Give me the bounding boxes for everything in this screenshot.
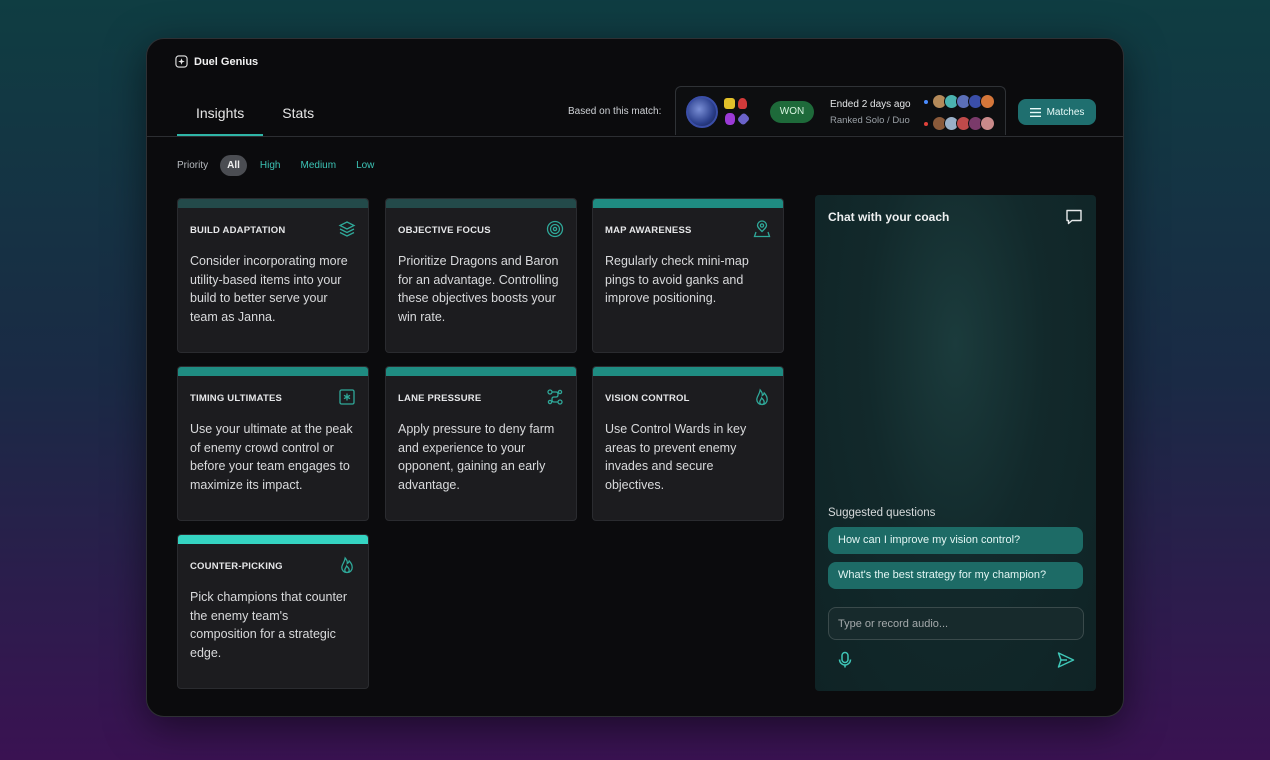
champion-icon: [980, 94, 995, 109]
champion-icon: [980, 116, 995, 131]
team-dot: [924, 99, 928, 104]
priority-bar: [386, 367, 576, 376]
match-queue: Ranked Solo / Duo: [830, 115, 910, 126]
chat-bubble-icon[interactable]: [1064, 207, 1084, 227]
sparkle-logo-icon: [175, 55, 188, 68]
card-body: Consider incorporating more utility-base…: [190, 254, 348, 325]
brand: Duel Genius: [175, 55, 258, 68]
rune-icon: [738, 98, 747, 109]
priority-bar: [593, 367, 783, 376]
based-on-label: Based on this match:: [568, 106, 662, 117]
priority-bar: [178, 535, 368, 544]
card-body: Use your ultimate at the peak of enemy c…: [190, 422, 353, 493]
card-title: VISION CONTROL: [605, 393, 690, 404]
tab-stats[interactable]: Stats: [263, 95, 333, 136]
card-title: LANE PRESSURE: [398, 393, 482, 404]
team-dot: [924, 121, 928, 126]
insight-card[interactable]: BUILD ADAPTATION Consider incorporating …: [177, 198, 369, 353]
priority-filter: Priority All High Medium Low: [177, 155, 387, 176]
insight-card[interactable]: OBJECTIVE FOCUS Prioritize Dragons and B…: [385, 198, 577, 353]
priority-all[interactable]: All: [220, 155, 247, 176]
result-badge: WON: [770, 101, 814, 123]
header-divider: [147, 136, 1123, 137]
suggested-question[interactable]: How can I improve my vision control?: [828, 527, 1083, 554]
enemy-team: [924, 116, 995, 131]
card-title: BUILD ADAPTATION: [190, 225, 286, 236]
card-title: TIMING ULTIMATES: [190, 393, 283, 404]
priority-bar: [386, 199, 576, 208]
matches-button[interactable]: Matches: [1018, 99, 1096, 125]
layers-icon: [338, 221, 356, 237]
insight-card[interactable]: LANE PRESSURE Apply pressure to deny far…: [385, 366, 577, 521]
rune-icon: [724, 98, 735, 109]
priority-label: Priority: [177, 160, 209, 171]
champion-avatar: [686, 96, 718, 128]
send-icon[interactable]: [1056, 650, 1076, 670]
route-icon: [547, 389, 563, 405]
card-title: MAP AWARENESS: [605, 225, 692, 236]
app-window: Duel Genius Insights Stats Based on this…: [146, 38, 1124, 717]
match-ended: Ended 2 days ago: [830, 99, 911, 110]
flame-icon: [756, 388, 768, 406]
priority-bar: [178, 199, 368, 208]
menu-icon: [1029, 107, 1041, 117]
rune-icon: [736, 112, 751, 126]
card-body: Apply pressure to deny farm and experien…: [398, 422, 555, 493]
card-title: COUNTER-PICKING: [190, 561, 283, 572]
microphone-icon[interactable]: [836, 651, 854, 669]
suggested-questions-label: Suggested questions: [828, 507, 936, 519]
main-tabs: Insights Stats: [177, 95, 333, 136]
insight-card[interactable]: MAP AWARENESS Regularly check mini-map p…: [592, 198, 784, 353]
tab-insights[interactable]: Insights: [177, 95, 264, 136]
target-icon: [546, 220, 564, 238]
card-body: Prioritize Dragons and Baron for an adva…: [398, 254, 559, 325]
app-name: Duel Genius: [194, 55, 259, 68]
asterisk-square-icon: [339, 389, 355, 405]
priority-high[interactable]: High: [253, 155, 288, 176]
runes-group: [724, 96, 754, 128]
priority-medium[interactable]: Medium: [293, 155, 343, 176]
card-body: Use Control Wards in key areas to preven…: [605, 422, 747, 493]
map-pin-icon: [753, 220, 771, 238]
insight-card[interactable]: COUNTER-PICKING Pick champions that coun…: [177, 534, 369, 689]
priority-bar: [593, 199, 783, 208]
priority-bar: [178, 367, 368, 376]
insight-card[interactable]: TIMING ULTIMATES Use your ultimate at th…: [177, 366, 369, 521]
matches-label: Matches: [1046, 106, 1085, 118]
suggested-question[interactable]: What's the best strategy for my champion…: [828, 562, 1083, 589]
insight-card[interactable]: VISION CONTROL Use Control Wards in key …: [592, 366, 784, 521]
rune-icon: [725, 113, 735, 125]
chat-message-input[interactable]: [828, 607, 1084, 640]
match-summary-card[interactable]: WON Ended 2 days ago Ranked Solo / Duo: [675, 86, 1006, 135]
flame-icon: [341, 556, 353, 574]
chat-title: Chat with your coach: [828, 210, 950, 224]
coach-chat-panel: Chat with your coach Suggested questions…: [815, 195, 1096, 691]
card-title: OBJECTIVE FOCUS: [398, 225, 491, 236]
priority-low[interactable]: Low: [349, 155, 381, 176]
card-body: Pick champions that counter the enemy te…: [190, 590, 348, 661]
ally-team: [924, 94, 995, 109]
card-body: Regularly check mini-map pings to avoid …: [605, 254, 749, 306]
